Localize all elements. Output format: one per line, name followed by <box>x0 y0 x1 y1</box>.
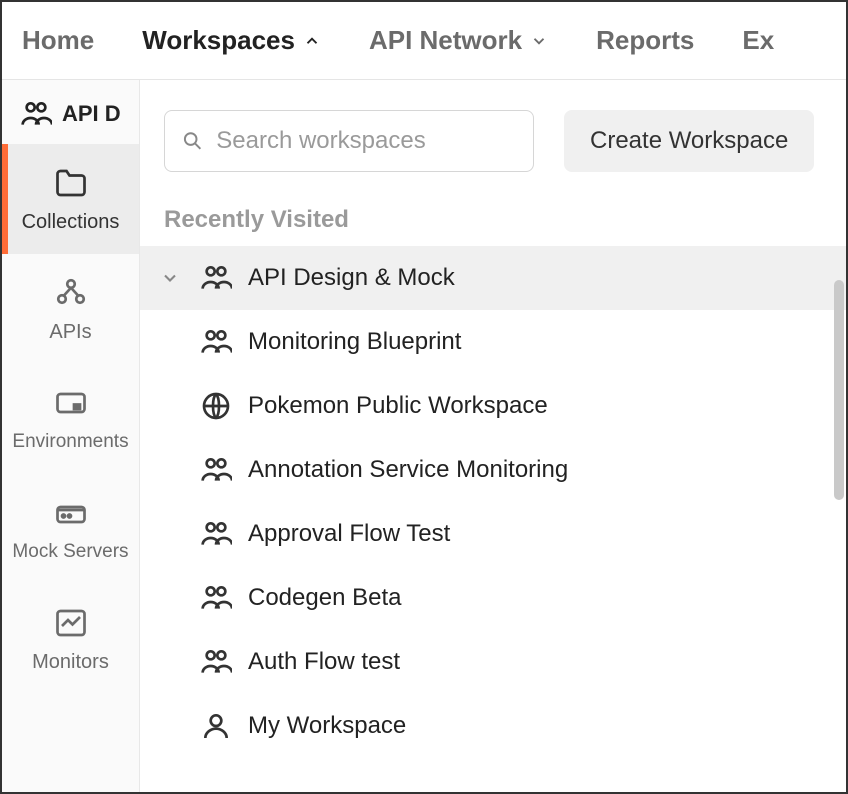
workspace-item[interactable]: Auth Flow test <box>140 630 846 694</box>
search-workspaces[interactable] <box>164 110 534 172</box>
team-icon <box>200 582 232 614</box>
nav-workspaces-label: Workspaces <box>142 25 295 56</box>
workspace-item[interactable]: Approval Flow Test <box>140 502 846 566</box>
workspace-name: Annotation Service Monitoring <box>248 456 568 484</box>
person-icon <box>200 710 232 742</box>
workspace-name: Pokemon Public Workspace <box>248 392 548 420</box>
workspace-item[interactable]: Annotation Service Monitoring <box>140 438 846 502</box>
apis-icon <box>53 275 89 311</box>
workspace-list: API Design & Mock Monitoring Blueprint P… <box>140 246 846 792</box>
workspace-item[interactable]: Monitoring Blueprint <box>140 310 846 374</box>
workspaces-dropdown: Create Workspace Recently Visited API De… <box>140 80 846 792</box>
sidebar-item-apis[interactable]: APIs <box>2 254 139 364</box>
nav-home[interactable]: Home <box>22 25 94 56</box>
sidebar-label: Collections <box>22 211 120 234</box>
workspace-name: Approval Flow Test <box>248 520 450 548</box>
sidebar-item-environments[interactable]: Environments <box>2 364 139 474</box>
sidebar-label: Mock Servers <box>12 541 128 563</box>
workspace-header[interactable]: API D <box>2 80 139 144</box>
environments-icon <box>53 385 89 421</box>
workspace-name: My Workspace <box>248 712 406 740</box>
sidebar-item-mock-servers[interactable]: Mock Servers <box>2 474 139 584</box>
globe-icon <box>200 390 232 422</box>
team-icon <box>20 98 52 130</box>
folder-icon <box>53 165 89 201</box>
team-icon <box>200 646 232 678</box>
nav-api-network[interactable]: API Network <box>369 25 548 56</box>
scrollbar[interactable] <box>834 280 844 500</box>
sidebar-item-monitors[interactable]: Monitors <box>2 584 139 694</box>
nav-explore-label: Ex <box>742 25 774 56</box>
workspace-item[interactable]: My Workspace <box>140 694 846 758</box>
nav-reports-label: Reports <box>596 25 694 56</box>
sidebar: API D Collections APIs Environments Mock… <box>2 80 140 792</box>
nav-api-network-label: API Network <box>369 25 522 56</box>
dropdown-header: Create Workspace <box>140 80 846 194</box>
workspace-name: API Design & Mock <box>248 264 455 292</box>
main-area: API D Collections APIs Environments Mock… <box>2 80 846 792</box>
create-workspace-button[interactable]: Create Workspace <box>564 110 814 172</box>
workspace-item[interactable]: API Design & Mock <box>140 246 846 310</box>
nav-workspaces[interactable]: Workspaces <box>142 25 321 56</box>
mock-servers-icon <box>53 495 89 531</box>
chevron-up-icon <box>303 32 321 50</box>
sidebar-label: Monitors <box>32 651 109 674</box>
team-icon <box>200 454 232 486</box>
chevron-down-icon <box>530 32 548 50</box>
nav-explore[interactable]: Ex <box>742 25 774 56</box>
team-icon <box>200 326 232 358</box>
workspace-name: Codegen Beta <box>248 584 401 612</box>
top-nav: Home Workspaces API Network Reports Ex <box>2 2 846 80</box>
search-input[interactable] <box>216 127 517 155</box>
nav-reports[interactable]: Reports <box>596 25 694 56</box>
workspace-item[interactable]: Codegen Beta <box>140 566 846 630</box>
workspace-item[interactable]: Pokemon Public Workspace <box>140 374 846 438</box>
sidebar-label: Environments <box>12 431 128 453</box>
nav-home-label: Home <box>22 25 94 56</box>
workspace-name: API D <box>62 101 121 127</box>
search-icon <box>181 128 204 154</box>
section-label: Recently Visited <box>140 194 846 246</box>
workspace-name: Auth Flow test <box>248 648 400 676</box>
sidebar-item-collections[interactable]: Collections <box>2 144 139 254</box>
monitors-icon <box>53 605 89 641</box>
team-icon <box>200 518 232 550</box>
sidebar-label: APIs <box>49 321 91 344</box>
team-icon <box>200 262 232 294</box>
chevron-down-icon[interactable] <box>156 268 184 288</box>
workspace-name: Monitoring Blueprint <box>248 328 461 356</box>
